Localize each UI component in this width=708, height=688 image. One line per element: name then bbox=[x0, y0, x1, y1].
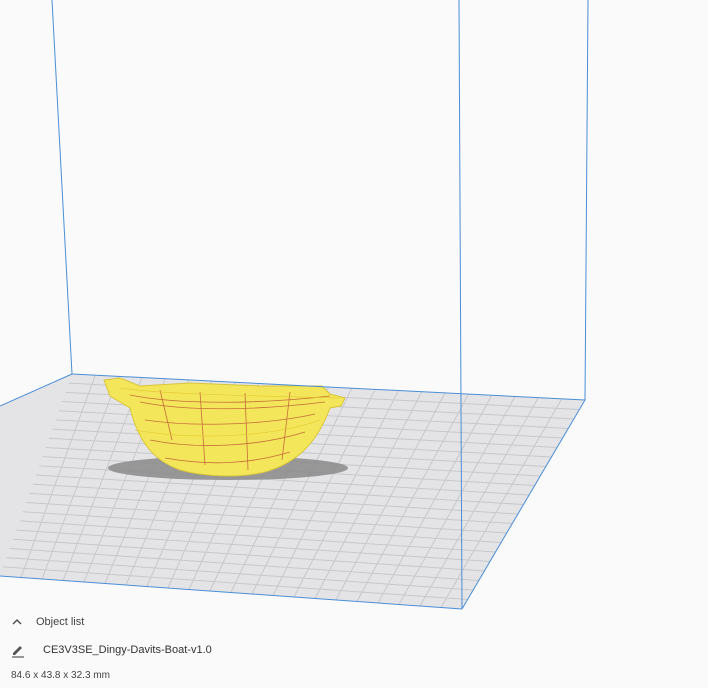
pencil-icon[interactable] bbox=[10, 642, 26, 658]
object-list-label: Object list bbox=[36, 616, 85, 628]
3d-viewport[interactable] bbox=[0, 0, 708, 688]
object-dimensions: 84.6 x 43.8 x 32.3 mm bbox=[11, 670, 110, 681]
object-name: CE3V3SE_Dingy-Davits-Boat-v1.0 bbox=[43, 644, 212, 656]
object-list-toggle[interactable]: Object list bbox=[10, 612, 84, 632]
chevron-up-icon bbox=[10, 615, 24, 629]
object-list-item[interactable]: CE3V3SE_Dingy-Davits-Boat-v1.0 bbox=[10, 640, 212, 660]
